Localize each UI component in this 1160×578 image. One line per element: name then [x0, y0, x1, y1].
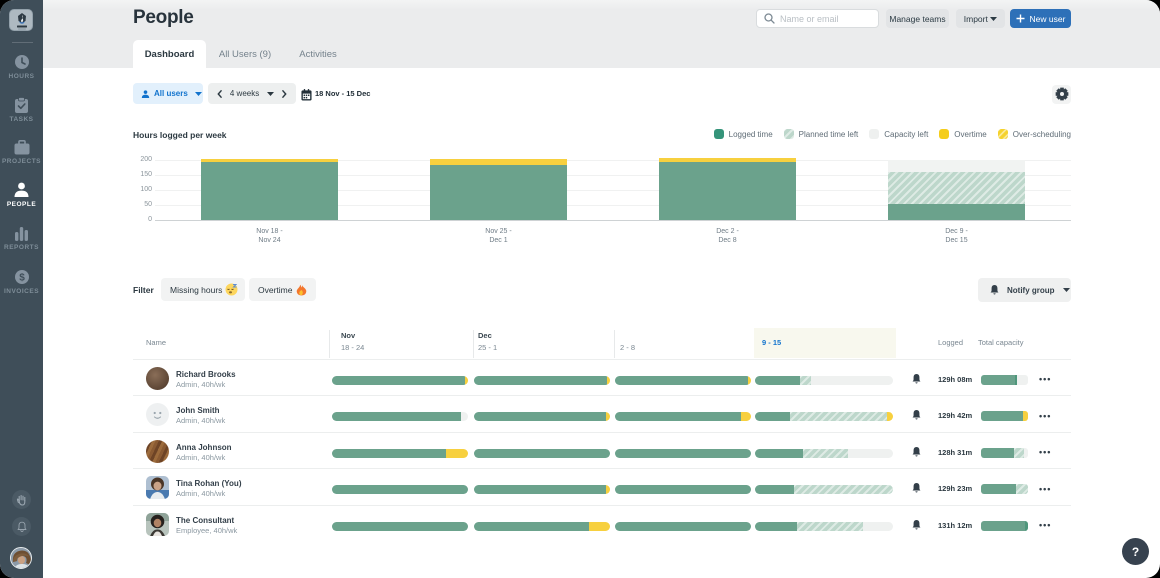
- svg-text:$: $: [19, 273, 25, 284]
